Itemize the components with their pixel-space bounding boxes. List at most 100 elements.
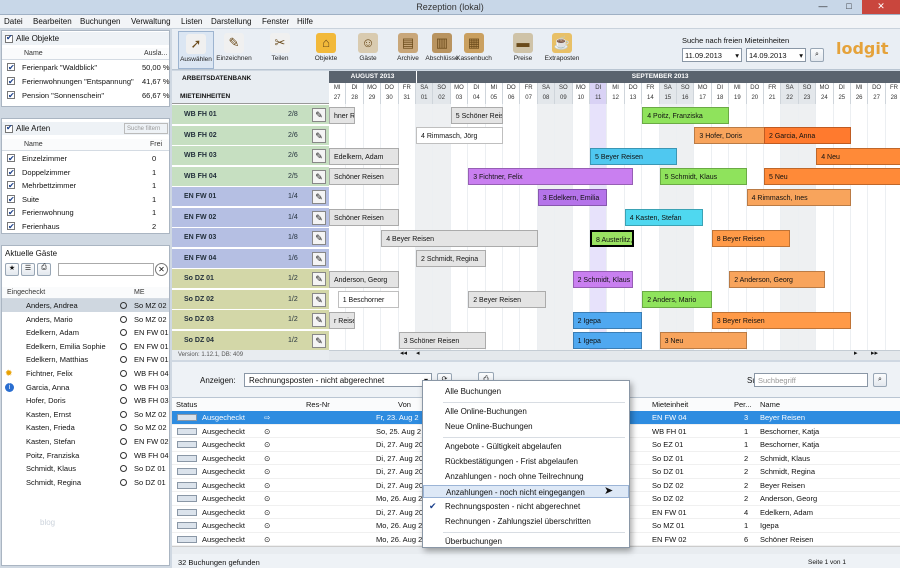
row-action-icon[interactable]: ⊙ (264, 492, 270, 505)
chevron-down-icon[interactable]: ▾ (799, 49, 803, 62)
guest-row[interactable]: Anders, Andrea So MZ 02 (2, 299, 169, 312)
unit-row[interactable]: WB FH 04 2/5 ✎ (172, 166, 329, 187)
row-action-icon[interactable]: ⊙ (264, 479, 270, 492)
toolbar-button-4[interactable]: ☺ Gäste (350, 31, 386, 69)
object-row[interactable]: Ferienpark "Waldblick" 50,00 % (2, 61, 170, 74)
booking-bar[interactable]: Anderson, Georg (329, 270, 399, 288)
col-header[interactable]: Per... (734, 398, 752, 411)
day-header[interactable]: MI 27 (329, 83, 347, 104)
calendar-scrollbar[interactable] (329, 350, 900, 360)
unit-booking-icon[interactable]: ✎ (312, 169, 326, 184)
booking-bar[interactable]: 8 Beyer Reisen (711, 229, 791, 247)
col-header[interactable]: Von (398, 398, 411, 411)
filter-option[interactable]: Angebote - Gültigkeit abgelaufen (423, 440, 629, 453)
type-row[interactable]: Ferienwohnung 1 (2, 206, 169, 219)
day-header[interactable]: FR 28 (885, 83, 900, 104)
unit-row[interactable]: WB FH 01 2/8 ✎ (172, 105, 329, 125)
guest-row[interactable]: Edelkern, Emilia Sophie EN FW 01 (2, 340, 169, 353)
minimize-button[interactable]: — (810, 0, 836, 14)
filter-option[interactable]: Neue Online-Buchungen (423, 420, 629, 433)
toolbar-button-0[interactable]: ➚ Auswählen (178, 31, 214, 69)
guest-status-icon[interactable] (120, 410, 127, 418)
type-checkbox[interactable] (7, 152, 15, 165)
booking-bar[interactable]: Schöner Reisen (329, 209, 399, 226)
object-checkbox[interactable] (7, 61, 15, 74)
guest-status-icon[interactable] (120, 315, 127, 323)
unit-row[interactable]: EN FW 02 1/4 ✎ (172, 207, 329, 228)
unit-row[interactable]: So DZ 02 1/2 ✎ (172, 289, 329, 310)
day-header[interactable]: DO 30 (381, 83, 399, 104)
day-header[interactable]: DO 20 (746, 83, 764, 104)
day-header[interactable]: DI 11 (590, 83, 608, 104)
guest-status-icon[interactable] (120, 424, 127, 432)
day-header[interactable]: SA 01 (416, 83, 434, 104)
row-action-icon[interactable]: ⊙ (264, 425, 270, 438)
guest-add-icon[interactable]: ★ (5, 263, 19, 276)
guest-row[interactable]: Anders, Mario So MZ 02 (2, 313, 169, 326)
scroll-arrow-icon[interactable]: ◂◂ (400, 349, 407, 357)
guest-status-icon[interactable] (120, 383, 127, 391)
booking-bar[interactable]: 5 Neu (764, 168, 900, 185)
unit-row[interactable]: EN FW 03 1/8 ✎ (172, 228, 329, 248)
booking-bar[interactable]: 3 Fichtner, Felix (468, 168, 634, 185)
guest-status-icon[interactable] (120, 478, 127, 486)
scroll-arrow-icon[interactable]: ▸ (854, 349, 858, 357)
day-header[interactable]: MI 26 (851, 83, 869, 104)
booking-bar[interactable]: 2 Garcia, Anna (764, 127, 851, 144)
booking-bar[interactable]: 2 Anders, Mario (642, 291, 712, 308)
type-row[interactable]: Doppelzimmer 1 (2, 166, 169, 179)
day-header[interactable]: SO 02 (433, 83, 451, 104)
day-header[interactable]: MI 19 (729, 83, 747, 104)
day-header[interactable]: MO 03 (450, 83, 469, 104)
col-header[interactable]: Status (176, 398, 197, 411)
menu-item-6[interactable]: Fenster (262, 17, 289, 26)
toolbar-button-8[interactable]: ▬ Preise (508, 31, 538, 69)
row-action-icon[interactable]: ⊙ (264, 533, 270, 546)
day-header[interactable]: DO 06 (503, 83, 521, 104)
day-header[interactable]: MI 12 (607, 83, 625, 104)
object-row[interactable]: Ferienwohnungen "Entspannung" 41,67 % (2, 75, 170, 88)
type-checkbox[interactable] (7, 193, 15, 206)
booking-bar[interactable]: 5 Schmidt, Klaus (659, 168, 747, 185)
unit-row[interactable]: So DZ 03 1/2 ✎ (172, 310, 329, 330)
day-header[interactable]: MO 24 (816, 83, 834, 104)
free-units-search-button[interactable]: ⌕ (810, 48, 824, 62)
guest-status-icon[interactable] (120, 356, 127, 364)
day-header[interactable]: DI 28 (346, 83, 364, 104)
unit-row[interactable]: EN FW 04 1/6 ✎ (172, 248, 329, 269)
type-filter-input[interactable]: Suche filtern (124, 123, 168, 134)
unit-row[interactable]: So DZ 01 1/2 ✎ (172, 269, 329, 289)
guest-row[interactable]: Schmidt, Klaus So DZ 01 (2, 462, 169, 475)
booking-bar[interactable]: 3 Schöner Reisen (398, 332, 486, 349)
guest-row[interactable]: Hofer, Doris WB FH 03 (2, 394, 169, 407)
unit-row[interactable]: WB FH 02 2/6 ✎ (172, 125, 329, 146)
booking-bar[interactable]: 3 Edelkern, Emilia (537, 188, 608, 206)
unit-row[interactable]: So DZ 04 1/2 ✎ (172, 330, 329, 351)
booking-bar[interactable]: 8 Austerlitz, ... (590, 229, 634, 247)
booking-bar[interactable]: 2 Igepa (572, 311, 643, 329)
guest-status-icon[interactable] (120, 465, 127, 473)
booking-bar[interactable]: 1 Igepa (572, 332, 643, 349)
booking-bar[interactable]: 4 Beyer Reisen (381, 229, 538, 247)
row-action-icon[interactable]: ⊙ (264, 465, 270, 478)
filter-option[interactable]: Rechnungen - Zahlungsziel überschritten (423, 515, 629, 528)
day-header[interactable]: FR 14 (642, 83, 660, 104)
day-header[interactable]: FR 07 (520, 83, 538, 104)
booking-bar[interactable]: 4 Poitz, Franziska (642, 106, 730, 124)
booking-bar[interactable]: 3 Neu (659, 332, 747, 349)
booking-bar[interactable]: 3 Beyer Reisen (711, 311, 851, 329)
guest-row[interactable]: Kasten, Ernst So MZ 02 (2, 408, 169, 421)
booking-bar[interactable]: 2 Anderson, Georg (729, 270, 825, 288)
menu-item-2[interactable]: Buchungen (80, 17, 120, 26)
day-header[interactable]: DI 04 (468, 83, 486, 104)
all-objects-checkbox[interactable] (5, 33, 13, 43)
guest-status-icon[interactable] (120, 397, 127, 405)
unit-booking-icon[interactable]: ✎ (312, 108, 326, 122)
menu-item-0[interactable]: Datei (4, 17, 23, 26)
row-action-icon[interactable]: ⊙ (264, 506, 270, 519)
guest-row[interactable]: Poitz, Franziska WB FH 04 (2, 449, 169, 462)
object-checkbox[interactable] (7, 75, 15, 88)
type-row[interactable]: Ferienhaus 2 (2, 220, 169, 233)
day-header[interactable]: MO 29 (363, 83, 382, 104)
day-header[interactable]: SA 08 (537, 83, 556, 104)
